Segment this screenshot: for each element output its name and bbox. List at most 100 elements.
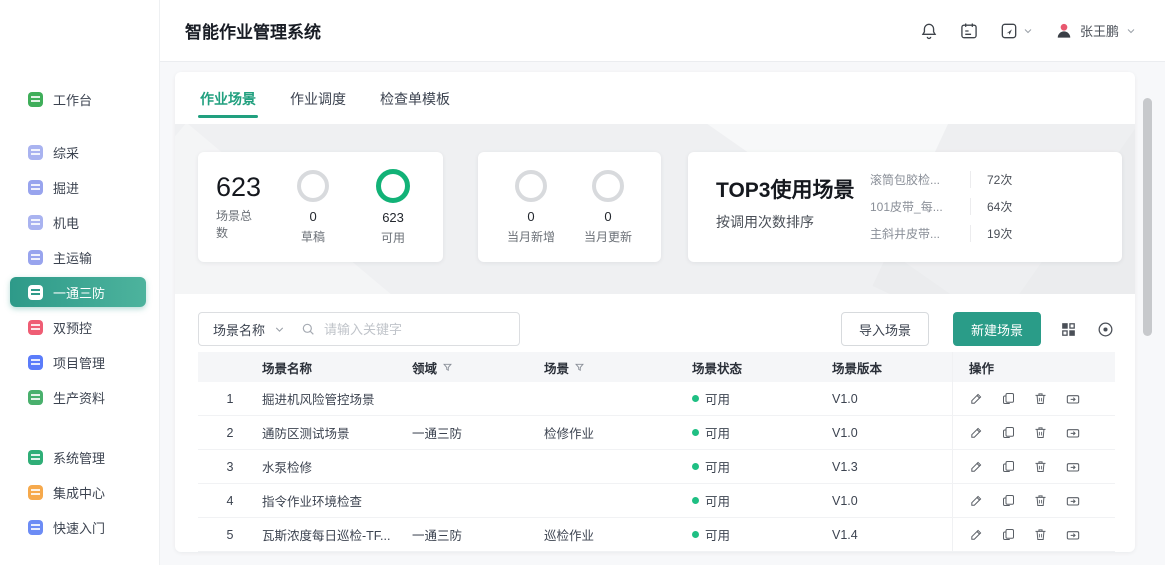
copy-button[interactable] [1001,459,1016,474]
domain-cell: 一通三防 [412,423,544,442]
export-icon [1065,425,1081,441]
ring-indicator [297,170,329,202]
workbench-icon [28,92,43,107]
sidebar-item-electromech[interactable]: 机电 [10,207,146,237]
copy-button[interactable] [1001,493,1016,508]
scene-total-card: 623 场景总数 0 草稿 623 可用 [198,152,443,262]
edit-button[interactable] [969,459,984,474]
materials-icon [28,390,43,405]
export-button[interactable] [1065,425,1081,441]
status-cell: 可用 [692,491,832,510]
export-button[interactable] [1065,459,1081,475]
scene-name-cell: 掘进机风险管控场景 [262,389,412,408]
edit-button[interactable] [969,391,984,406]
tab-work-schedule[interactable]: 作业调度 [290,89,346,124]
delete-button[interactable] [1033,425,1048,440]
copy-icon [1001,425,1016,440]
sidebar-item-mining[interactable]: 综采 [10,137,146,167]
row-actions [952,518,1115,551]
notification-button[interactable] [919,21,939,41]
guide-menu-button[interactable] [999,21,1034,41]
sidebar-item-project[interactable]: 项目管理 [10,347,146,377]
sidebar-item-integration[interactable]: 集成中心 [10,477,146,507]
tab-checklist-template[interactable]: 检查单模板 [380,89,450,124]
delete-button[interactable] [1033,391,1048,406]
copy-button[interactable] [1001,425,1016,440]
create-scene-button[interactable]: 新建场景 [953,312,1041,346]
ventilation-icon [28,285,43,300]
table-row[interactable]: 5 瓦斯浓度每日巡检-TF... 一通三防 巡检作业 可用 V1.4 [198,518,1115,552]
delete-icon [1033,425,1048,440]
version-cell: V1.0 [832,392,952,406]
table-row[interactable]: 1 掘进机风险管控场景 可用 V1.0 [198,382,1115,416]
filter-icon[interactable] [574,362,585,373]
col-version: 场景版本 [832,358,952,377]
table-row[interactable]: 4 指令作业环境检查 可用 V1.0 [198,484,1115,518]
stat-month-updated: 0 当月更新 [580,170,636,245]
transport-icon [28,250,43,265]
delete-icon [1033,459,1048,474]
export-button[interactable] [1065,391,1081,407]
grid-view-icon [1059,320,1078,339]
edit-icon [969,425,984,440]
sidebar-item-label: 系统管理 [53,448,105,467]
top3-item: 滚筒包胶检... 72次 [870,166,1022,193]
search-field-select[interactable]: 场景名称 [209,320,292,339]
delete-icon [1033,527,1048,542]
status-cell: 可用 [692,423,832,442]
col-domain: 领域 [412,358,544,377]
bell-icon [919,21,939,41]
tab-bar: 作业场景 作业调度 检查单模板 [175,72,1135,124]
total-label: 场景总数 [216,207,261,241]
sidebar-item-quickstart[interactable]: 快速入门 [10,512,146,542]
card-view-toggle[interactable] [1059,320,1078,339]
sidebar-item-transport[interactable]: 主运输 [10,242,146,272]
user-menu[interactable]: 张王鹏 [1054,21,1137,41]
scrollbar[interactable] [1143,98,1152,336]
table-row[interactable]: 2 通防区测试场景 一通三防 检修作业 可用 V1.0 [198,416,1115,450]
delete-button[interactable] [1033,493,1048,508]
sidebar-item-label: 一通三防 [53,283,105,302]
sidebar-item-ventilation[interactable]: 一通三防 [10,277,146,307]
edit-button[interactable] [969,425,984,440]
sidebar-item-materials[interactable]: 生产资料 [10,382,146,412]
export-icon [1065,459,1081,475]
scene-cell: 检修作业 [544,423,692,442]
status-dot [692,395,699,402]
edit-icon [969,459,984,474]
row-index: 5 [198,528,262,542]
import-scene-button[interactable]: 导入场景 [841,312,929,346]
sidebar-item-system[interactable]: 系统管理 [10,442,146,472]
row-index: 2 [198,426,262,440]
row-actions [952,484,1115,517]
edit-button[interactable] [969,527,984,542]
electromech-icon [28,215,43,230]
sidebar-item-label: 机电 [53,213,79,232]
tab-work-scene[interactable]: 作业场景 [200,89,256,124]
column-settings-button[interactable] [1096,320,1115,339]
copy-icon [1001,459,1016,474]
sidebar-item-tunneling[interactable]: 掘进 [10,172,146,202]
scene-management-card: 作业场景 作业调度 检查单模板 623 场景总数 0 草稿 [175,72,1135,552]
edit-button[interactable] [969,493,984,508]
filter-icon[interactable] [442,362,453,373]
table-toolbar: 场景名称 导入场景 新建场景 [175,307,1135,351]
status-dot [692,531,699,538]
sidebar-item-workbench[interactable]: 工作台 [10,84,146,114]
delete-icon [1033,493,1048,508]
delete-button[interactable] [1033,459,1048,474]
status-dot [692,497,699,504]
scene-cell: 巡检作业 [544,525,692,544]
search-input[interactable] [324,322,509,337]
table-row[interactable]: 3 水泵检修 可用 V1.3 [198,450,1115,484]
copy-button[interactable] [1001,391,1016,406]
copy-button[interactable] [1001,527,1016,542]
schedule-button[interactable] [959,21,979,41]
sidebar-item-risk-control[interactable]: 双预控 [10,312,146,342]
sidebar-item-label: 生产资料 [53,388,105,407]
export-button[interactable] [1065,527,1081,543]
sidebar-item-label: 集成中心 [53,483,105,502]
export-button[interactable] [1065,493,1081,509]
delete-button[interactable] [1033,527,1048,542]
search-box: 场景名称 [198,312,520,346]
